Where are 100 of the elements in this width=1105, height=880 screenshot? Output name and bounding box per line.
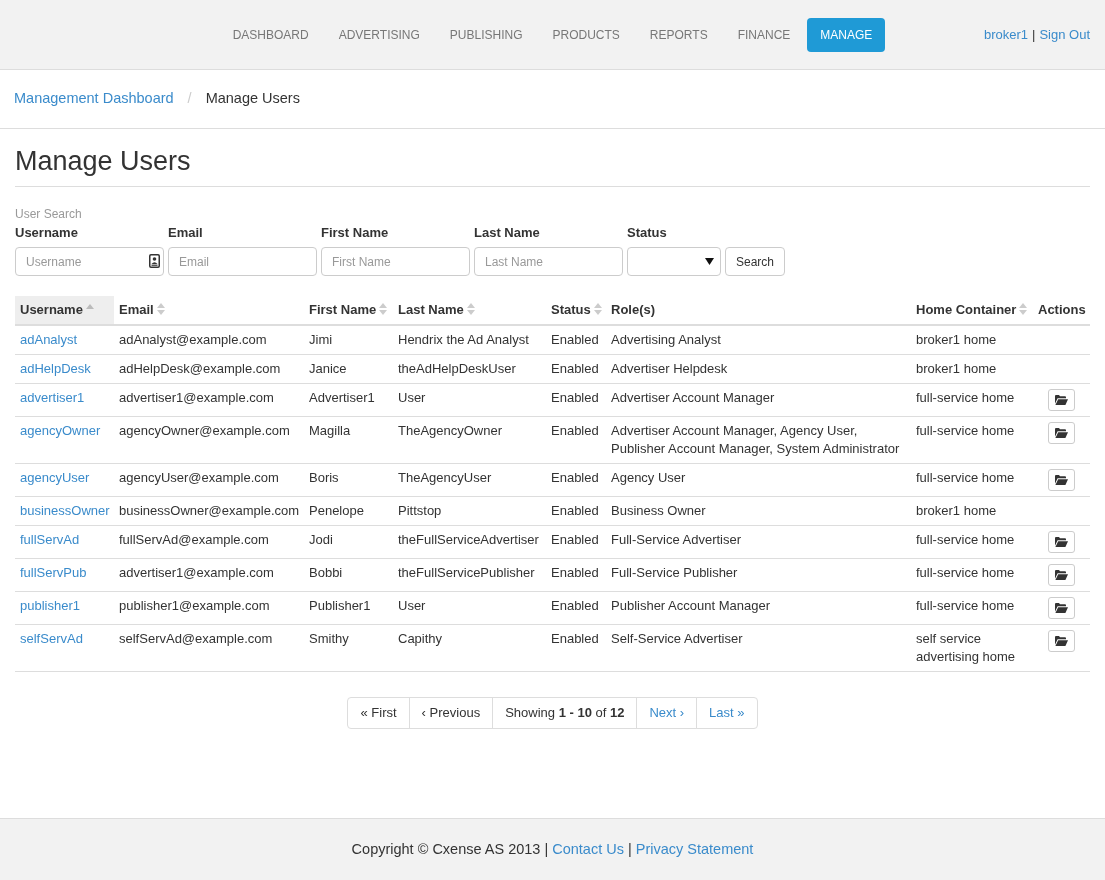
- username-link[interactable]: selfServAd: [20, 631, 83, 646]
- table-cell: Enabled: [546, 325, 606, 355]
- nav-tab[interactable]: PRODUCTS: [539, 17, 633, 52]
- folder-button[interactable]: [1048, 597, 1075, 619]
- table-cell: Enabled: [546, 463, 606, 497]
- table-cell: full-service home: [911, 463, 1033, 497]
- account-link[interactable]: broker1: [983, 24, 1028, 45]
- column-header: Actions: [1033, 296, 1090, 325]
- page-link[interactable]: Next ›: [636, 697, 698, 729]
- username-link[interactable]: publisher1: [20, 598, 80, 613]
- nav-tab[interactable]: DASHBOARD: [219, 17, 322, 52]
- table-cell: Enabled: [546, 383, 606, 417]
- username-link[interactable]: businessOwner: [20, 503, 110, 518]
- folder-button[interactable]: [1048, 564, 1075, 586]
- nav-tab[interactable]: ADVERTISING: [325, 17, 433, 52]
- table-cell: Full-Service Advertiser: [606, 525, 911, 559]
- username-link[interactable]: adHelpDesk: [20, 361, 91, 376]
- username-link[interactable]: advertiser1: [20, 390, 85, 405]
- folder-icon: [1055, 603, 1068, 613]
- table-cell: Full-Service Publisher: [606, 558, 911, 592]
- sign-out-link[interactable]: Sign Out: [1039, 24, 1090, 45]
- table-cell: advertiser1@example.com: [114, 558, 304, 592]
- column-header[interactable]: First Name: [304, 296, 393, 325]
- text-field[interactable]: Username: [15, 247, 164, 276]
- nav-tab[interactable]: PUBLISHING: [436, 17, 536, 52]
- table-cell: agencyUser@example.com: [114, 463, 304, 497]
- table-cell: broker1 home: [911, 496, 1033, 526]
- text-field[interactable]: Email: [168, 247, 317, 276]
- table-cell: Enabled: [546, 354, 606, 384]
- text-field[interactable]: Last Name: [474, 247, 623, 276]
- username-link[interactable]: agencyOwner: [20, 423, 101, 438]
- column-header[interactable]: Home Container: [911, 296, 1033, 325]
- folder-button[interactable]: [1048, 531, 1075, 553]
- field-label: Last Name: [474, 225, 541, 241]
- breadcrumb-link[interactable]: Management Dashboard: [14, 88, 174, 110]
- folder-icon: [1055, 428, 1068, 438]
- table-cell: Janice: [304, 354, 393, 384]
- table-cell: full-service home: [911, 525, 1033, 559]
- table-cell: Enabled: [546, 624, 606, 672]
- username-link[interactable]: adAnalyst: [20, 332, 78, 347]
- table-cell: Publisher Account Manager: [606, 591, 911, 625]
- section-label: User Search: [15, 206, 83, 222]
- divider-text: |: [544, 839, 549, 859]
- table-cell: Boris: [304, 463, 393, 497]
- table-cell: Advertiser Helpdesk: [606, 354, 911, 384]
- table-cell: self service advertising home: [911, 624, 1033, 672]
- footer-link[interactable]: Contact Us: [552, 838, 624, 861]
- folder-icon: [1055, 636, 1068, 646]
- table-cell: Advertiser Account Manager, Agency User, Publisher Account Manager, System Administrator: [606, 416, 911, 464]
- username-link[interactable]: agencyUser: [20, 470, 90, 485]
- field-label: First Name: [321, 225, 390, 241]
- table-cell: theFullServicePublisher: [393, 558, 546, 592]
- table-cell: Penelope: [304, 496, 393, 526]
- folder-button[interactable]: [1048, 630, 1075, 652]
- column-header[interactable]: Last Name: [393, 296, 546, 325]
- table-cell: User: [393, 591, 546, 625]
- table-cell: TheAgencyUser: [393, 463, 546, 497]
- table-cell: fullServAd@example.com: [114, 525, 304, 559]
- field-label: Username: [15, 225, 79, 241]
- table-cell: selfServAd@example.com: [114, 624, 304, 672]
- folder-icon: [1055, 537, 1068, 547]
- table-cell: full-service home: [911, 591, 1033, 625]
- table-cell: full-service home: [911, 558, 1033, 592]
- table-cell: Capithy: [393, 624, 546, 672]
- field-label: Email: [168, 225, 204, 241]
- caret-icon: [705, 258, 714, 265]
- table-cell: agencyOwner@example.com: [114, 416, 304, 464]
- nav-tab[interactable]: MANAGE: [807, 17, 886, 52]
- table-cell: theFullServiceAdvertiser: [393, 525, 546, 559]
- table-cell: Magilla: [304, 416, 393, 464]
- table-cell: publisher1@example.com: [114, 591, 304, 625]
- table-cell: Smithy: [304, 624, 393, 672]
- nav-tab[interactable]: REPORTS: [636, 17, 721, 52]
- page-title: Manage Users: [15, 145, 192, 178]
- table-cell: Advertiser Account Manager: [606, 383, 911, 417]
- username-link[interactable]: fullServAd: [20, 532, 80, 547]
- field-label: Status: [627, 225, 668, 241]
- folder-icon: [1055, 570, 1068, 580]
- page-link[interactable]: Last »: [696, 697, 758, 729]
- text-field[interactable]: First Name: [321, 247, 470, 276]
- username-link[interactable]: fullServPub: [20, 565, 87, 580]
- search-button[interactable]: Search: [725, 247, 786, 276]
- table-cell: Publisher1: [304, 591, 393, 625]
- table-cell: Enabled: [546, 496, 606, 526]
- column-header[interactable]: Email: [114, 296, 304, 325]
- footer-link[interactable]: Privacy Statement: [635, 838, 754, 861]
- column-header: Role(s): [606, 296, 911, 325]
- table-cell: User: [393, 383, 546, 417]
- nav-tab[interactable]: FINANCE: [724, 17, 804, 52]
- folder-button[interactable]: [1048, 422, 1075, 444]
- folder-button[interactable]: [1048, 389, 1075, 411]
- person-card-icon: [149, 254, 160, 268]
- table-cell: Jimi: [304, 325, 393, 355]
- table-cell: Enabled: [546, 558, 606, 592]
- folder-button[interactable]: [1048, 469, 1075, 491]
- table-cell: full-service home: [911, 383, 1033, 417]
- table-cell: theAdHelpDeskUser: [393, 354, 546, 384]
- table-cell: adHelpDesk@example.com: [114, 354, 304, 384]
- column-header[interactable]: Status: [546, 296, 606, 325]
- column-header[interactable]: Username: [15, 296, 114, 325]
